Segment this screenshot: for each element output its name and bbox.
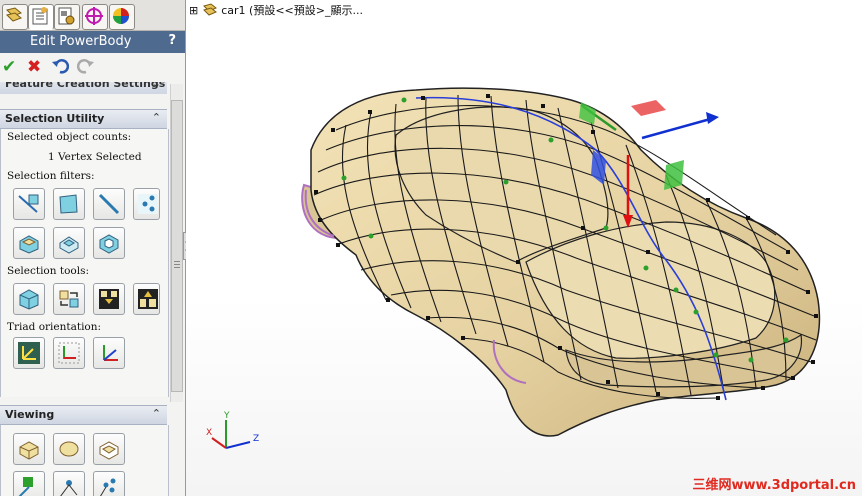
select-shrink-button[interactable]: [133, 283, 160, 315]
feature-creation-settings-header[interactable]: Feature Creation Settings ⌄: [0, 82, 167, 94]
view-shaded-button[interactable]: [13, 433, 45, 465]
axis-label-y: Y: [224, 411, 230, 421]
action-bar: ✔ ✖: [0, 54, 185, 80]
filter-solid-button[interactable]: [13, 227, 45, 259]
view-nodes-button[interactable]: [13, 471, 45, 496]
triad-label: Triad orientation:: [7, 321, 102, 333]
car-model[interactable]: [186, 0, 862, 496]
face-filter-icon: [59, 194, 78, 214]
loop-select-icon: [59, 290, 79, 308]
axis-label-x: X: [206, 428, 213, 438]
watermark-text: 三维网www.3dportal.cn: [692, 478, 856, 493]
filter-faces-button[interactable]: [53, 188, 85, 220]
viewing-header[interactable]: Viewing ⌃: [0, 405, 167, 425]
scrollbar-thumb[interactable]: [171, 100, 183, 392]
filters-label: Selection filters:: [7, 170, 95, 182]
select-box-button[interactable]: [13, 283, 45, 315]
selection-utility-body: Selected object counts: 1 Vertex Selecte…: [0, 129, 169, 397]
axis-label-z: Z: [253, 434, 260, 444]
surface-body-icon: [59, 236, 79, 254]
cut-header-label: Feature Creation Settings: [5, 82, 166, 90]
configuration-icon: [58, 7, 75, 25]
filter-body-button[interactable]: [93, 227, 125, 259]
viewing-title: Viewing: [5, 408, 55, 421]
grow-select-icon: [99, 289, 119, 309]
node-view-icon: [18, 477, 33, 496]
filter-vertices-button[interactable]: [133, 188, 160, 220]
solid-body-icon: [19, 235, 39, 254]
view-cage-button[interactable]: [53, 471, 85, 496]
cube-select-icon: [19, 289, 39, 310]
selection-utility-title: Selection Utility: [5, 112, 105, 125]
expand-tree-icon[interactable]: ⊞: [189, 4, 198, 17]
vertex-filter-icon: [138, 194, 158, 214]
global-axis-icon: [18, 342, 40, 364]
undo-arrow-icon: [52, 59, 70, 74]
body-shape-icon: [99, 234, 119, 254]
reference-triad: [211, 420, 251, 449]
redo-arrow-icon: [76, 59, 94, 74]
ok-check-icon[interactable]: ✔: [2, 57, 16, 77]
property-manager-panel: Edit PowerBody ? ✔ ✖ Feature Creation Se…: [0, 0, 186, 496]
counts-value: 1 Vertex Selected: [48, 151, 142, 163]
wire-box-icon: [99, 441, 119, 460]
graphics-viewport[interactable]: Y X Z: [186, 0, 862, 496]
chevron-up-icon: ⌃: [151, 407, 161, 420]
select-loop-button[interactable]: [53, 283, 85, 315]
local-axis-icon: [58, 342, 80, 364]
shrink-select-icon: [138, 289, 158, 309]
view-wireframe-button[interactable]: [93, 433, 125, 465]
feature-tree-tab[interactable]: [2, 4, 28, 30]
feature-tree-icon: [6, 7, 22, 22]
triad-global-button[interactable]: [13, 337, 45, 369]
dimxpert-tab[interactable]: [82, 4, 108, 30]
part-name[interactable]: car1 (預設<<預設>_顯示...: [221, 4, 363, 17]
help-button[interactable]: ?: [168, 33, 176, 48]
shaded-box-icon: [19, 441, 39, 460]
part-icon: [202, 3, 217, 16]
selection-utility-header[interactable]: Selection Utility ⌃: [0, 109, 167, 129]
property-manager-icon: [32, 7, 48, 25]
select-grow-button[interactable]: [93, 283, 125, 315]
smooth-shape-icon: [59, 441, 79, 457]
triad-view-button[interactable]: [93, 337, 125, 369]
panel-title-bar: Edit PowerBody ?: [0, 31, 185, 53]
filter-surface-button[interactable]: [53, 227, 85, 259]
crosshair-icon: [85, 7, 103, 25]
chevron-up-icon: ⌃: [151, 111, 161, 124]
panel-title: Edit PowerBody: [30, 34, 132, 49]
filter-lines-button[interactable]: [93, 188, 125, 220]
configuration-tab[interactable]: [54, 4, 80, 30]
view-points-button[interactable]: [93, 471, 125, 496]
chevron-down-icon: ⌄: [151, 82, 161, 90]
triad-local-button[interactable]: [53, 337, 85, 369]
display-manager-tab[interactable]: [109, 4, 135, 30]
property-manager-tab[interactable]: [28, 4, 54, 30]
line-filter-icon: [98, 193, 120, 215]
view-smooth-button[interactable]: [53, 433, 85, 465]
counts-label: Selected object counts:: [7, 131, 132, 143]
feature-tree-flyout[interactable]: ⊞ car1 (預設<<預設>_顯示...: [189, 2, 363, 18]
undo-icon[interactable]: [51, 57, 70, 80]
filter-edges-button[interactable]: [13, 188, 45, 220]
edge-filter-icon: [18, 194, 39, 213]
view-axis-icon: [103, 345, 118, 361]
viewing-body: [0, 425, 169, 496]
manager-tabs: [0, 0, 185, 31]
appearance-icon: [113, 8, 129, 24]
tools-label: Selection tools:: [7, 265, 90, 277]
points-view-icon: [100, 478, 116, 496]
redo-icon[interactable]: [76, 57, 95, 80]
cage-view-icon: [60, 480, 78, 496]
cancel-x-icon[interactable]: ✖: [27, 57, 41, 77]
